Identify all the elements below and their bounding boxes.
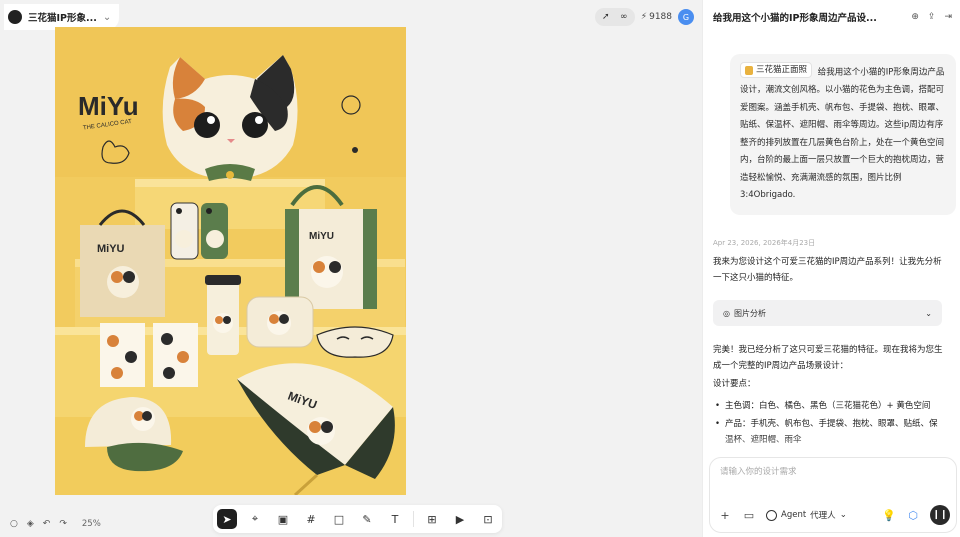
pen-tool-icon[interactable]: ✎ xyxy=(357,509,377,529)
rectangle-tool-icon[interactable]: □ xyxy=(329,509,349,529)
pin-tool-icon[interactable]: ⌖ xyxy=(245,509,265,529)
video-tool-icon[interactable]: ▶ xyxy=(450,509,470,529)
chevron-down-icon: ⌄ xyxy=(839,510,847,520)
message-date: Apr 23, 2026, 2026年4月23日 xyxy=(713,239,816,247)
select-tool-icon[interactable]: ➤ xyxy=(217,509,237,529)
svg-text:MiYU: MiYU xyxy=(97,243,125,255)
agent-label: Agent xyxy=(781,510,807,520)
ai-done-text: 完美！我已经分析了这只可爱三花猫的特征。现在我将为您生成一个完整的IP周边产品场… xyxy=(713,345,943,371)
new-chat-icon[interactable]: ⊕ xyxy=(911,12,919,22)
toolbar-divider xyxy=(413,511,414,527)
app-logo[interactable] xyxy=(8,10,22,24)
image-generate-tool-icon[interactable]: ⊞ xyxy=(422,509,442,529)
list-item: 主色调：白色、橘色、黑色（三花猫花色）+ 黄色空间 xyxy=(715,398,939,414)
avatar-letter: G xyxy=(682,12,690,22)
generated-image[interactable]: MiYu THE CALICO CAT MiYU MiYU MiYU xyxy=(55,27,406,495)
image-tool-icon[interactable]: ▣ xyxy=(273,509,293,529)
agent-mode-select[interactable]: Agent 代理人 ⌄ xyxy=(766,509,847,521)
circle-icon[interactable]: ○ xyxy=(10,519,18,529)
mode-toggle[interactable]: ➚ ∞ xyxy=(594,8,635,26)
voice-send-button[interactable]: ❙❙ xyxy=(930,505,950,525)
chat-panel: 给我用这个小猫的IP形象周边产品设... ⊕ ⇪ ⇥ 三花猫正面照 给我用这个小… xyxy=(702,0,960,537)
project-menu-chevron-icon[interactable]: ⌄ xyxy=(103,12,111,23)
brand-logo-text: MiYu xyxy=(78,91,139,121)
reference-chip-label: 三花猫正面照 xyxy=(756,65,808,75)
prompt-input-box[interactable]: 请输入你的设计需求 + ▭ Agent 代理人 ⌄ 💡 ⬡ ❙❙ xyxy=(709,457,957,533)
analysis-label: 图片分析 xyxy=(733,308,766,318)
svg-text:MiYU: MiYU xyxy=(309,231,334,242)
add-icon[interactable]: + xyxy=(718,509,732,522)
eye-mask xyxy=(316,326,394,358)
waveform-icon: ❙❙ xyxy=(932,510,948,520)
analysis-icon: ◎ xyxy=(723,308,730,318)
prompt-input[interactable]: 请输入你的设计需求 xyxy=(720,465,797,477)
user-message: 三花猫正面照 给我用这个小猫的IP形象周边产品设计，潮流文创风格。以小猫的花色为… xyxy=(730,54,956,215)
input-actions: + ▭ Agent 代理人 ⌄ 💡 ⬡ ❙❙ xyxy=(718,504,950,526)
chevron-down-icon[interactable]: ⌄ xyxy=(925,309,932,318)
canvas-bottom-tools: ○ ◈ ↶ ↷ 25% xyxy=(10,519,101,529)
lightbulb-icon[interactable]: 💡 xyxy=(882,509,896,522)
credits-counter[interactable]: ⚡ 9188 xyxy=(641,12,672,22)
agent-icon xyxy=(766,509,777,521)
share-icon[interactable]: ⇪ xyxy=(928,12,936,22)
project-title[interactable]: 三花猫IP形象... xyxy=(28,10,97,24)
text-tool-icon[interactable]: T xyxy=(385,509,405,529)
cube-icon[interactable]: ⬡ xyxy=(906,509,920,522)
credits-value: 9188 xyxy=(649,12,672,22)
lightning-icon: ⚡ xyxy=(640,12,648,22)
chat-header: 给我用这个小猫的IP形象周边产品设... ⊕ ⇪ ⇥ xyxy=(703,0,960,34)
canvas-toolbar: ➤ ⌖ ▣ # □ ✎ T ⊞ ▶ ⊡ xyxy=(213,505,502,533)
user-message-text: 给我用这个小猫的IP形象周边产品设计，潮流文创风格。以小猫的花色为主色调，搭配可… xyxy=(740,67,945,201)
ai-intro-text: 我来为您设计这个可爱三花猫的IP周边产品系列！让我先分析一下这只小猫的特征。 xyxy=(713,257,942,283)
infinity-icon[interactable]: ∞ xyxy=(617,12,631,22)
image-analysis-card[interactable]: ◎ 图片分析 ⌄ xyxy=(713,300,942,326)
user-avatar[interactable]: G xyxy=(678,9,694,25)
chat-title: 给我用这个小猫的IP形象周边产品设... xyxy=(713,13,877,24)
text-edit-tool-icon[interactable]: ⊡ xyxy=(478,509,498,529)
rocket-icon[interactable]: ➚ xyxy=(599,12,613,22)
reference-image-chip[interactable]: 三花猫正面照 xyxy=(740,62,813,78)
chat-header-actions: ⊕ ⇪ ⇥ xyxy=(911,12,952,22)
undo-icon[interactable]: ↶ xyxy=(43,519,51,529)
agent-mode: 代理人 xyxy=(810,511,836,521)
frame-tool-icon[interactable]: # xyxy=(301,509,321,529)
collapse-panel-icon[interactable]: ⇥ xyxy=(944,12,952,22)
paper-bag: MiYU xyxy=(80,209,165,317)
canvas-area[interactable]: 三花猫IP形象... ⌄ ➚ ∞ ⚡ 9188 G MiYu THE CALIC… xyxy=(0,0,702,537)
scroll-fade xyxy=(703,436,960,458)
reference-thumbnail xyxy=(745,65,753,75)
redo-icon[interactable]: ↷ xyxy=(59,519,67,529)
tumbler xyxy=(205,275,241,355)
top-right-controls: ➚ ∞ ⚡ 9188 G xyxy=(594,8,694,26)
artwork-illustration: MiYu THE CALICO CAT MiYU MiYU MiYU xyxy=(55,27,406,495)
pouch xyxy=(246,296,314,348)
book-icon[interactable]: ▭ xyxy=(742,509,756,522)
design-points-title: 设计要点： xyxy=(713,379,756,389)
layers-icon[interactable]: ◈ xyxy=(27,519,34,529)
zoom-level[interactable]: 25% xyxy=(82,519,101,529)
